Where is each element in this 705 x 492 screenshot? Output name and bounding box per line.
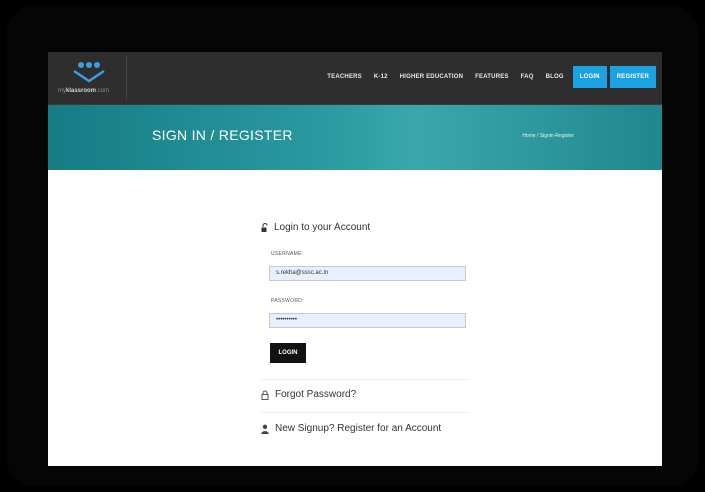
login-button[interactable]: LOGIN	[270, 343, 306, 363]
nav-features[interactable]: FEATURES	[469, 66, 515, 88]
divider	[261, 379, 468, 380]
nav-higher-education[interactable]: HIGHER EDUCATION	[394, 66, 469, 88]
signup-text: New Signup? Register for an Account	[275, 423, 442, 434]
nav-blog[interactable]: BLOG	[540, 66, 570, 88]
nav-k12[interactable]: K-12	[368, 66, 394, 88]
site-logo[interactable]: myklassroom.com	[56, 56, 127, 100]
username-label: USERNAME:	[271, 251, 304, 257]
password-input[interactable]: ••••••••••	[269, 313, 466, 328]
user-icon	[261, 424, 269, 434]
nav-register-button[interactable]: REGISTER	[609, 66, 656, 88]
login-heading-text: Login to your Account	[274, 222, 371, 233]
signup-link[interactable]: New Signup? Register for an Account	[261, 423, 441, 434]
logo-icon	[73, 62, 105, 83]
password-label: PASSWORD:	[271, 298, 304, 304]
breadcrumb[interactable]: Home / Signin-Register	[522, 133, 574, 139]
forgot-password-link[interactable]: Forgot Password?	[261, 389, 356, 400]
nav-login-button[interactable]: LOGIN	[572, 66, 607, 88]
login-heading: Login to your Account	[261, 222, 370, 233]
main-nav: TEACHERS K-12 HIGHER EDUCATION FEATURES …	[321, 66, 656, 88]
lock-icon	[261, 390, 269, 400]
browser-viewport: myklassroom.com TEACHERS K-12 HIGHER EDU…	[48, 52, 662, 466]
page-title: SIGN IN / REGISTER	[152, 127, 293, 143]
top-navigation-bar: myklassroom.com TEACHERS K-12 HIGHER EDU…	[48, 52, 662, 105]
page-banner: SIGN IN / REGISTER Home / Signin-Registe…	[48, 105, 662, 170]
username-input[interactable]: s.rekha@sssc.ac.in	[269, 266, 466, 281]
forgot-password-text: Forgot Password?	[275, 389, 357, 400]
logo-text: myklassroom.com	[58, 88, 110, 94]
divider	[261, 412, 468, 413]
nav-teachers[interactable]: TEACHERS	[321, 66, 368, 88]
screenshot-frame: myklassroom.com TEACHERS K-12 HIGHER EDU…	[6, 6, 699, 486]
unlock-icon	[261, 222, 268, 232]
nav-faq[interactable]: FAQ	[515, 66, 540, 88]
